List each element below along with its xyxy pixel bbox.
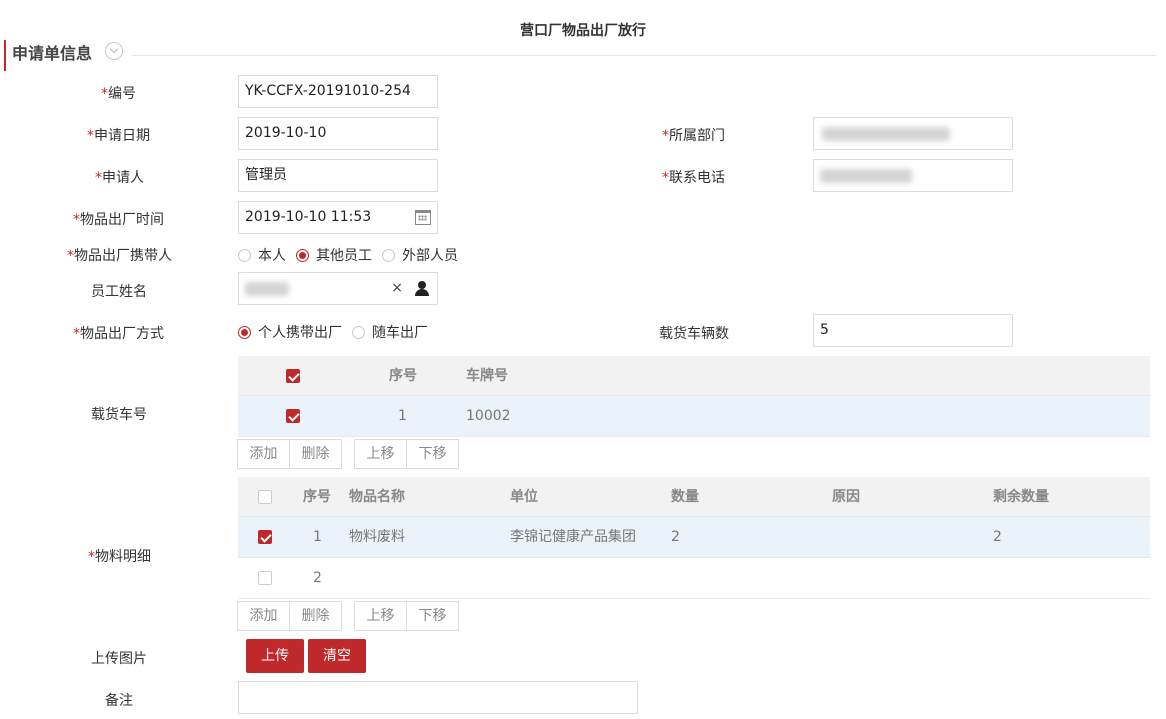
close-icon[interactable]: ×: [391, 273, 403, 304]
vehicle-no-label: 载货车号: [91, 407, 147, 423]
radio-checked-icon: [238, 325, 251, 339]
remark-label: 备注: [105, 693, 133, 709]
section-accent-bar: [4, 40, 6, 71]
column-header-unit: 单位: [510, 489, 538, 505]
vehicle-count-field[interactable]: 5: [813, 314, 1013, 347]
column-header-qty: 数量: [671, 489, 699, 505]
exit-method-option-personal[interactable]: 个人携带出厂: [238, 322, 342, 342]
number-field[interactable]: YK-CCFX-20191010-254: [238, 75, 438, 108]
section-title: 申请单信息: [12, 44, 93, 63]
row-unit[interactable]: 李锦记健康产品集团: [510, 517, 636, 557]
carrier-label: *物品出厂携带人: [67, 248, 172, 264]
delete-row-button[interactable]: 删除: [289, 439, 342, 469]
material-grid-buttons-1: 添加 删除: [237, 601, 342, 631]
calendar-icon[interactable]: [415, 210, 431, 225]
phone-label: *联系电话: [662, 170, 725, 186]
material-grid-header: 序号 物品名称 单位 数量 原因 剩余数量: [238, 477, 1150, 517]
delete-row-button[interactable]: 删除: [289, 601, 342, 631]
row-seq: 2: [313, 570, 322, 586]
chevron-down-icon[interactable]: [105, 42, 123, 60]
upload-button[interactable]: 上传: [246, 639, 304, 673]
row-seq: 1: [313, 529, 322, 545]
row-name[interactable]: 物料废料: [349, 517, 405, 557]
material-grid: 序号 物品名称 单位 数量 原因 剩余数量 1 物料废料 李锦记健康产品集团 2…: [238, 477, 1150, 599]
apply-date-field[interactable]: 2019-10-10: [238, 117, 438, 150]
exit-time-field[interactable]: 2019-10-10 11:53: [238, 201, 438, 234]
row-checkbox[interactable]: [286, 409, 300, 423]
carrier-option-external[interactable]: 外部人员: [382, 245, 458, 265]
applicant-label: *申请人: [95, 170, 144, 186]
move-down-button[interactable]: 下移: [406, 439, 459, 469]
materials-label: *物料明细: [88, 549, 151, 565]
move-up-button[interactable]: 上移: [354, 439, 407, 469]
row-plate[interactable]: 10002: [466, 396, 511, 436]
table-row[interactable]: 1 物料废料 李锦记健康产品集团 2 2: [238, 517, 1150, 558]
phone-field[interactable]: [813, 159, 1013, 192]
upload-label: 上传图片: [91, 651, 147, 667]
department-label: *所属部门: [662, 128, 725, 144]
carrier-option-self[interactable]: 本人: [238, 245, 286, 265]
vehicle-grid-buttons-1: 添加 删除: [237, 439, 342, 469]
exit-time-value: 2019-10-10 11:53: [245, 209, 372, 225]
material-grid-buttons-2: 上移 下移: [354, 601, 459, 631]
section-header: 申请单信息: [4, 38, 1156, 72]
vehicle-grid-buttons-2: 上移 下移: [354, 439, 459, 469]
exit-method-option-vehicle[interactable]: 随车出厂: [352, 322, 428, 342]
employee-name-label: 员工姓名: [91, 284, 147, 300]
exit-method-radio-group: 个人携带出厂 随车出厂: [238, 321, 438, 343]
carrier-radio-group: 本人 其他员工 外部人员: [238, 244, 468, 266]
column-header-name: 物品名称: [349, 489, 405, 505]
select-all-checkbox[interactable]: [258, 490, 272, 504]
vehicle-grid: 序号 车牌号 1 10002: [238, 356, 1150, 437]
table-row[interactable]: 1 10002: [238, 396, 1150, 437]
radio-checked-icon: [296, 248, 309, 262]
remark-field[interactable]: [238, 681, 638, 714]
employee-name-field[interactable]: ×: [238, 272, 438, 305]
carrier-option-other-employee[interactable]: 其他员工: [296, 245, 372, 265]
number-label: *编号: [101, 86, 136, 102]
user-icon[interactable]: [415, 281, 429, 296]
row-qty[interactable]: 2: [671, 517, 680, 557]
column-header-remaining: 剩余数量: [993, 489, 1049, 505]
radio-icon: [352, 325, 365, 339]
row-seq: 1: [398, 408, 407, 424]
column-header-reason: 原因: [832, 489, 860, 505]
vehicle-count-label: 载货车辆数: [659, 326, 729, 342]
row-checkbox[interactable]: [258, 530, 272, 544]
vehicle-grid-header: 序号 车牌号: [238, 356, 1150, 396]
page-title: 营口厂物品出厂放行: [520, 23, 646, 39]
exit-time-label: *物品出厂时间: [73, 212, 164, 228]
column-header-plate: 车牌号: [466, 368, 508, 384]
column-header-seq: 序号: [303, 489, 331, 505]
add-row-button[interactable]: 添加: [237, 439, 290, 469]
blurred-value: [245, 282, 289, 296]
department-field[interactable]: [813, 117, 1013, 150]
blurred-value: [820, 169, 912, 183]
radio-icon: [382, 248, 395, 262]
exit-method-label: *物品出厂方式: [73, 326, 164, 342]
row-remaining[interactable]: 2: [993, 517, 1002, 557]
section-divider: [132, 55, 1156, 56]
table-row[interactable]: 2: [238, 558, 1150, 599]
add-row-button[interactable]: 添加: [237, 601, 290, 631]
row-checkbox[interactable]: [258, 571, 272, 585]
applicant-field[interactable]: 管理员: [238, 159, 438, 192]
move-down-button[interactable]: 下移: [406, 601, 459, 631]
apply-date-label: *申请日期: [87, 128, 150, 144]
move-up-button[interactable]: 上移: [354, 601, 407, 631]
blurred-value: [822, 127, 950, 141]
select-all-checkbox[interactable]: [286, 369, 300, 383]
radio-icon: [238, 248, 251, 262]
clear-button[interactable]: 清空: [308, 639, 366, 673]
column-header-seq: 序号: [389, 368, 417, 384]
